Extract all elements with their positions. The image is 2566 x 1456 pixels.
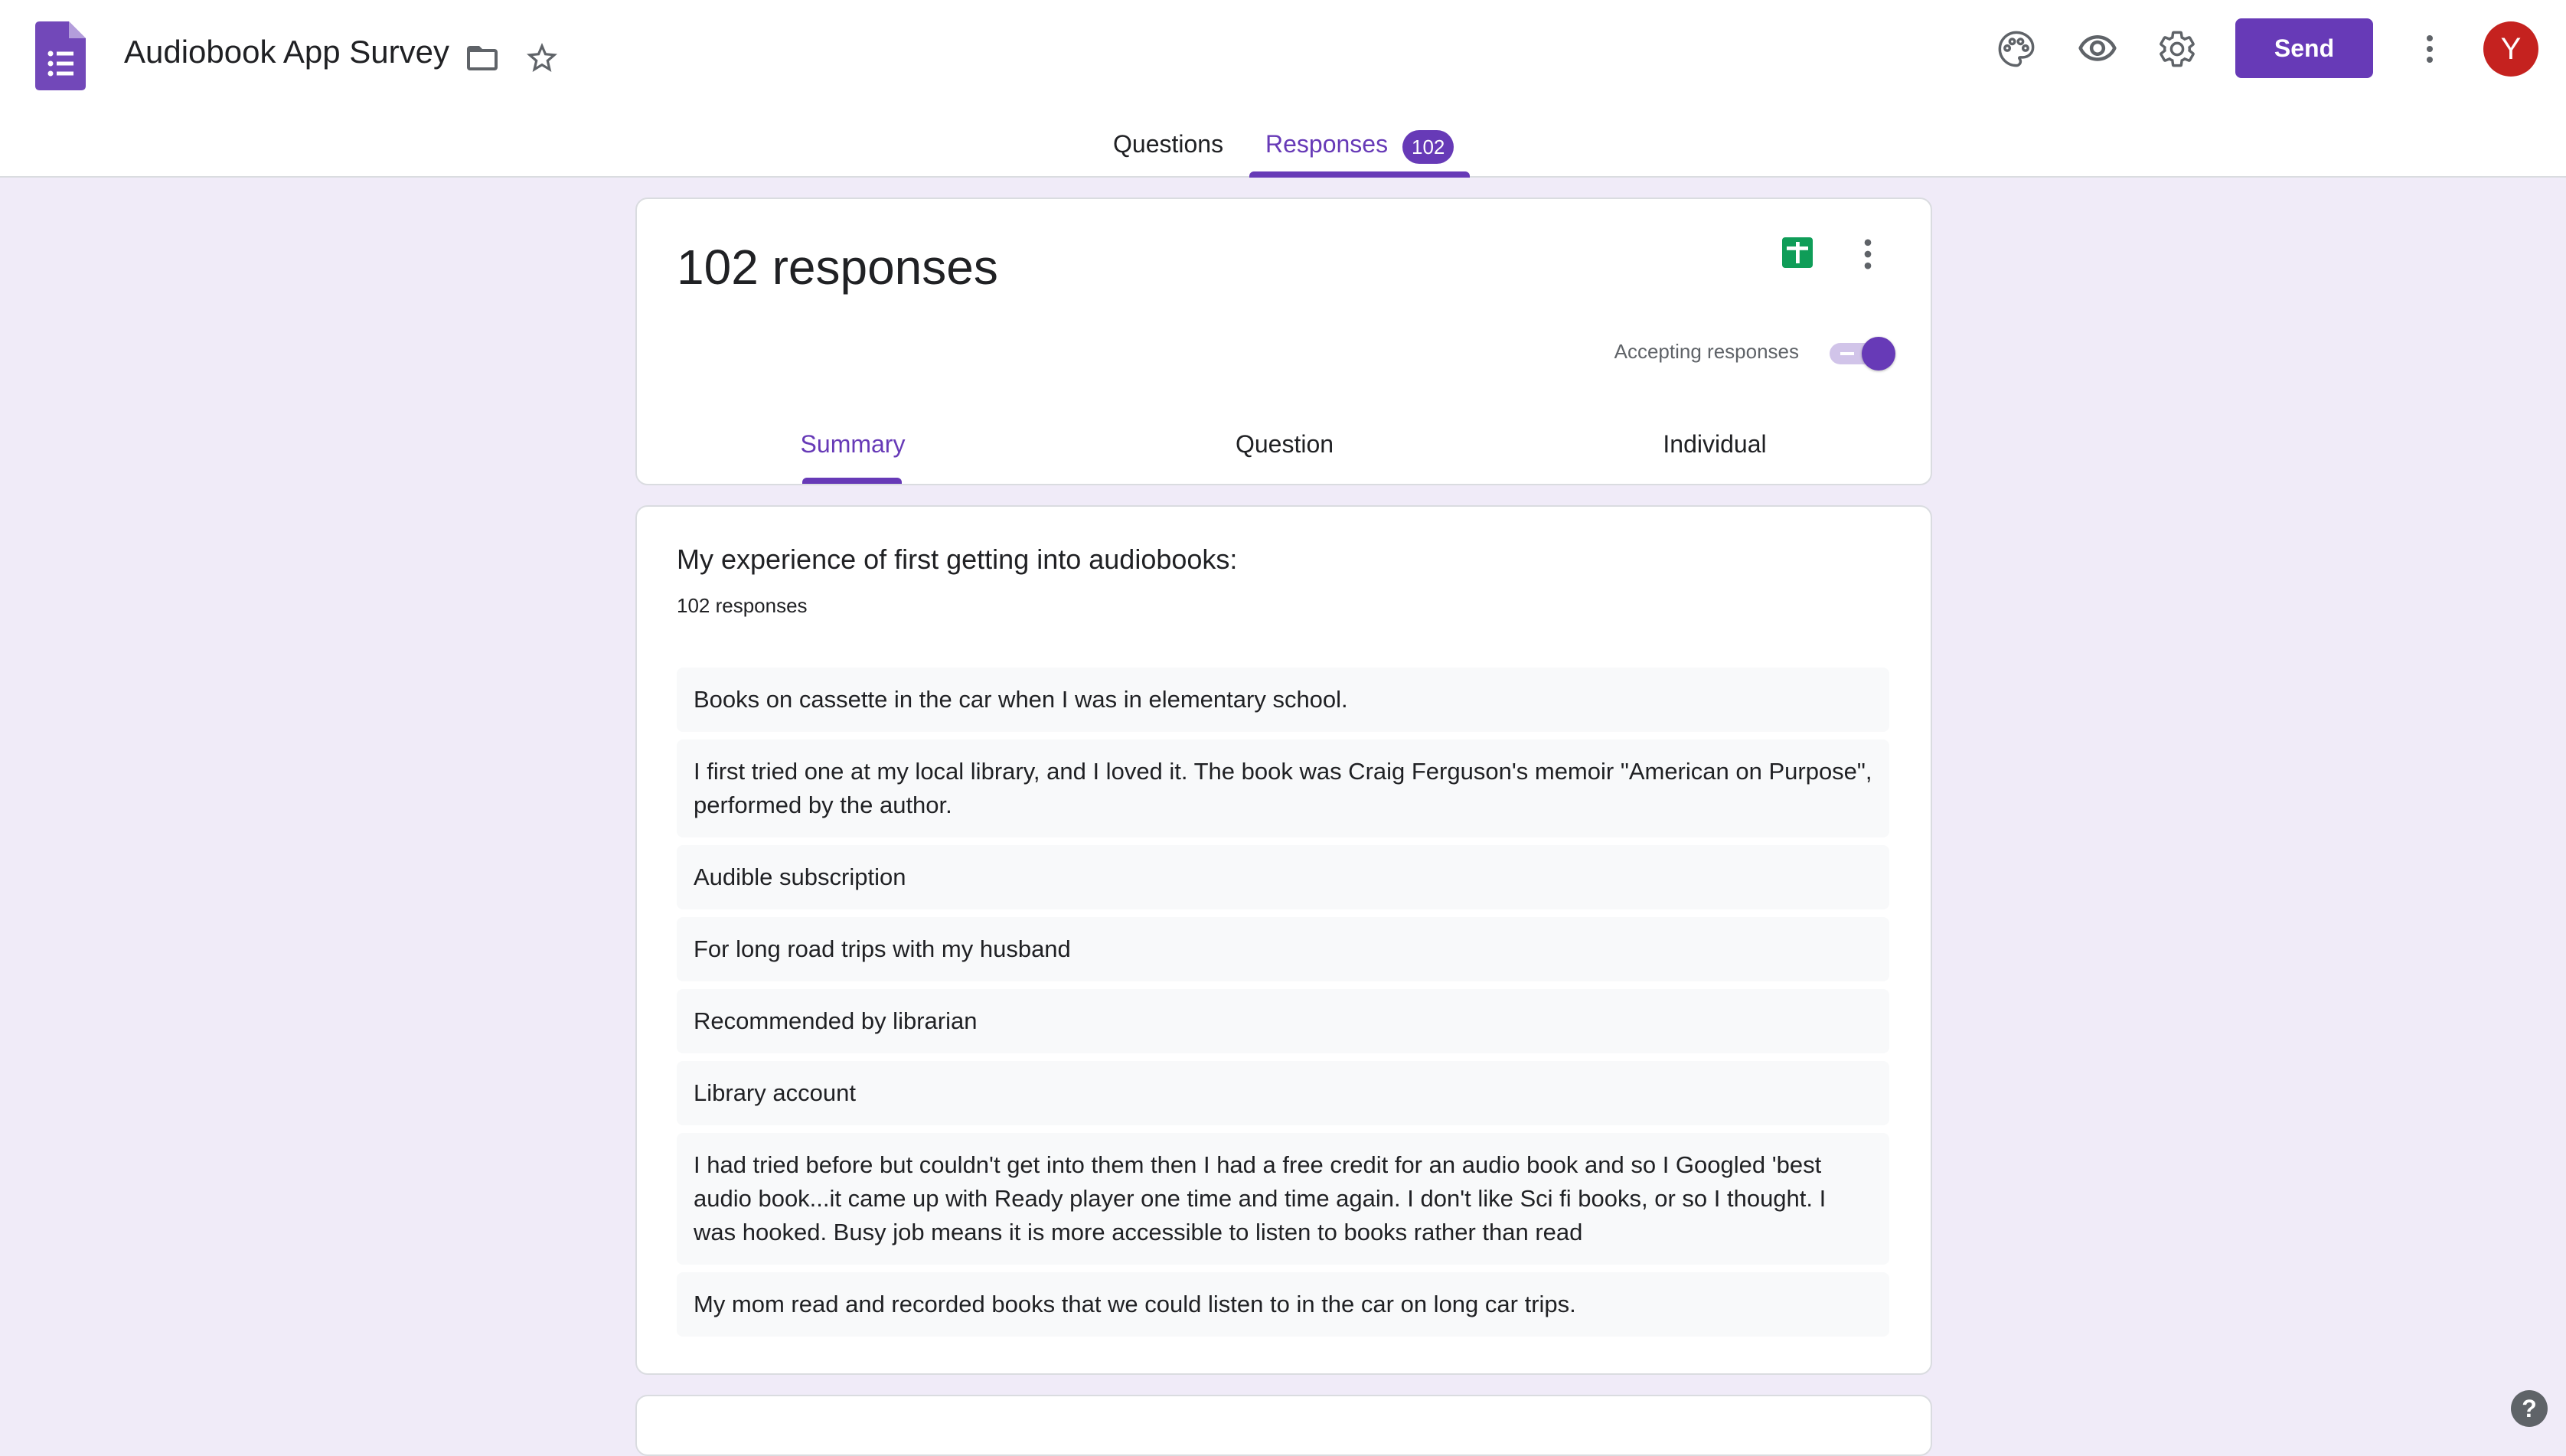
- more-vert-icon[interactable]: [1848, 234, 1888, 274]
- help-button[interactable]: ?: [2511, 1390, 2548, 1427]
- question-response-count: 102 responses: [677, 594, 808, 617]
- form-title[interactable]: Audiobook App Survey: [124, 34, 449, 70]
- preview-button[interactable]: [2067, 18, 2128, 80]
- more-vert-icon: [2427, 35, 2433, 63]
- list-item: My mom read and recorded books that we c…: [677, 1272, 1889, 1337]
- list-item: I first tried one at my local library, a…: [677, 739, 1889, 837]
- app-header: Audiobook App Survey Send Y Questions Re…: [0, 0, 2566, 178]
- avatar[interactable]: Y: [2483, 21, 2538, 77]
- tab-question[interactable]: Question: [1236, 430, 1334, 459]
- toggle-check-mark: [1840, 352, 1854, 355]
- responses-header-card: 102 responses Accepting responses Summar…: [635, 198, 1932, 485]
- list-item: Books on cassette in the car when I was …: [677, 668, 1889, 732]
- active-subtab-indicator: [802, 478, 902, 484]
- question-title: My experience of first getting into audi…: [677, 544, 1238, 575]
- eye-icon: [2078, 35, 2117, 61]
- question-summary-card: My experience of first getting into audi…: [635, 505, 1932, 1375]
- star-icon: [527, 43, 557, 72]
- list-item: I had tried before but couldn't get into…: [677, 1133, 1889, 1265]
- star-button[interactable]: [511, 28, 573, 89]
- tab-summary[interactable]: Summary: [801, 430, 906, 459]
- answer-list[interactable]: Books on cassette in the car when I was …: [677, 668, 1889, 1344]
- list-item: Recommended by librarian: [677, 989, 1889, 1053]
- send-button[interactable]: Send: [2235, 18, 2373, 78]
- tab-questions[interactable]: Questions: [1113, 130, 1223, 158]
- settings-button[interactable]: [2146, 18, 2208, 80]
- customize-theme-button[interactable]: [1986, 18, 2047, 80]
- tab-responses[interactable]: Responses: [1265, 130, 1388, 158]
- tab-individual[interactable]: Individual: [1663, 430, 1766, 459]
- more-options-button[interactable]: [2399, 18, 2460, 80]
- gear-icon: [2160, 31, 2195, 67]
- link-to-sheets-icon[interactable]: [1779, 234, 1816, 271]
- active-tab-indicator: [1249, 171, 1470, 178]
- forms-logo-icon[interactable]: [35, 21, 86, 90]
- next-question-card: [635, 1395, 1932, 1456]
- responses-total-title: 102 responses: [677, 240, 998, 295]
- responses-count-badge: 102: [1402, 130, 1454, 164]
- list-item: Audible subscription: [677, 845, 1889, 909]
- palette-icon: [1998, 31, 2035, 67]
- list-item: For long road trips with my husband: [677, 917, 1889, 981]
- move-to-folder-button[interactable]: [452, 28, 513, 89]
- folder-icon: [467, 46, 498, 70]
- list-item: Library account: [677, 1061, 1889, 1125]
- accepting-responses-label: Accepting responses: [1614, 340, 1799, 363]
- accepting-responses-toggle[interactable]: [1827, 334, 1895, 372]
- toggle-knob: [1862, 337, 1895, 371]
